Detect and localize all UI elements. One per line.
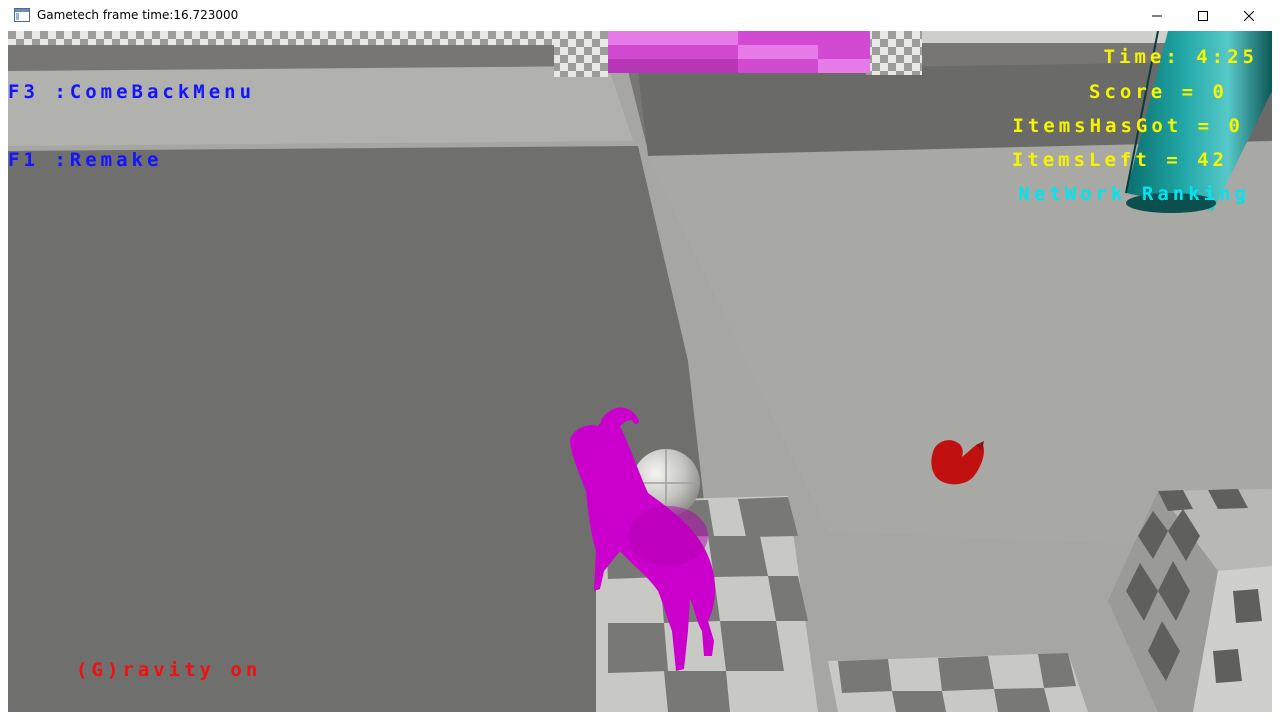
- floor-far-light: [8, 66, 633, 146]
- time-readout: Time: 4:25: [1103, 46, 1258, 68]
- window-app-icon: [14, 8, 30, 22]
- maximize-button[interactable]: [1180, 0, 1226, 31]
- magenta-block: [608, 31, 870, 73]
- close-icon: [1244, 10, 1254, 21]
- score-readout: Score = 0: [1089, 81, 1228, 103]
- minimize-icon: [1152, 15, 1162, 16]
- items-left-readout: ItemsLeft = 42: [1011, 149, 1228, 171]
- title-bar[interactable]: Gametech frame time:16.723000: [0, 0, 1280, 31]
- checker-floor-strip: [828, 653, 1088, 712]
- minimize-button[interactable]: [1134, 0, 1180, 31]
- remake-hint-label: F1 :Remake: [8, 149, 163, 171]
- network-ranking-label[interactable]: NetWork Ranking: [1018, 185, 1250, 204]
- game-window: Gametech frame time:16.723000 F3:ComeBa…: [0, 0, 1280, 720]
- maximize-icon: [1198, 10, 1208, 21]
- game-viewport[interactable]: F3 :ComeBackMenu F1 :Remake Time: 4:25 S…: [8, 31, 1272, 712]
- far-checker-wall-left: [8, 31, 554, 45]
- far-checker-wall-mid: [554, 31, 608, 77]
- close-button[interactable]: [1226, 0, 1272, 31]
- far-checker-wall-right: [866, 31, 922, 75]
- gravity-status: (G)ravity on: [76, 659, 262, 681]
- menu-hint-label: F3 :ComeBackMenu: [8, 81, 256, 103]
- window-title: Gametech frame time:16.723000: [37, 8, 239, 22]
- items-got-readout: ItemsHasGot = 0: [1012, 115, 1244, 137]
